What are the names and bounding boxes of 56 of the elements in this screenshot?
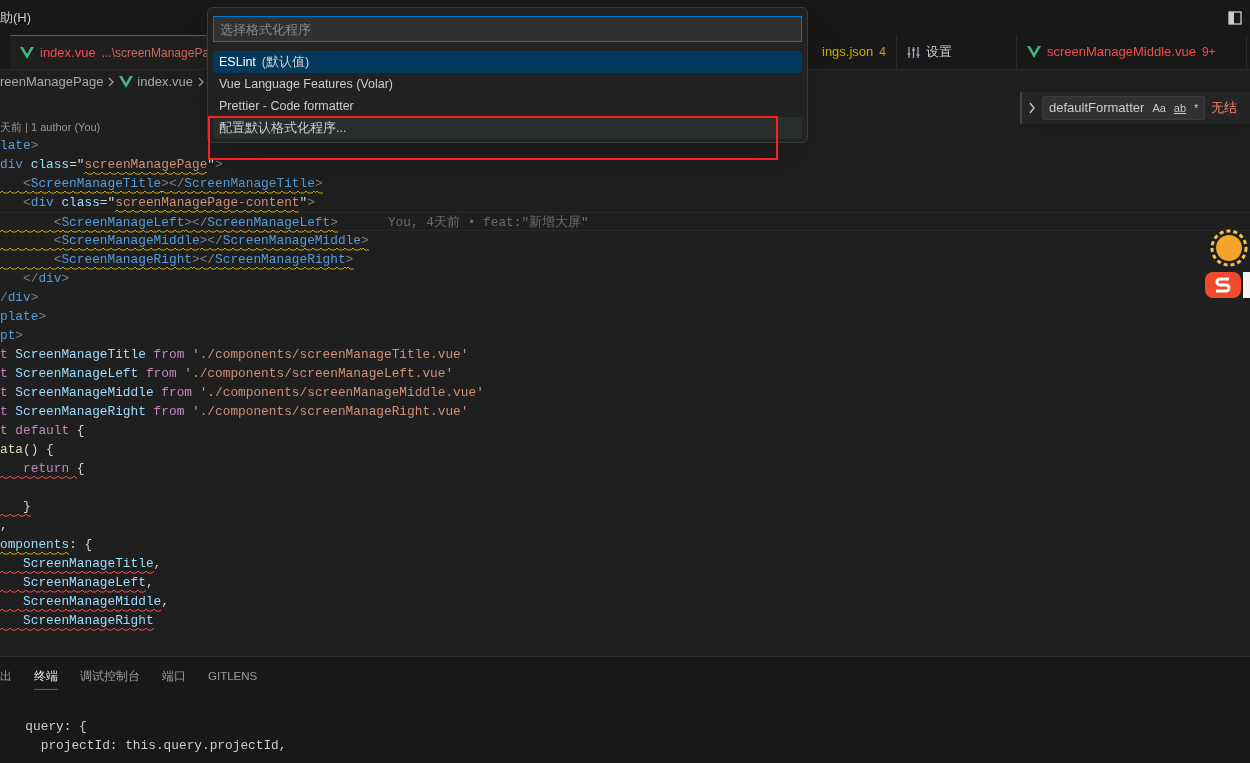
breadcrumb-item[interactable]: reenManagePage — [0, 72, 104, 92]
ime-logo-icon[interactable] — [1203, 271, 1250, 299]
quick-pick-item[interactable]: ESLint (默认值) — [213, 51, 802, 73]
code-line: /div> — [0, 289, 39, 307]
vue-icon — [119, 76, 134, 88]
code-line: return { — [0, 459, 85, 478]
code-line: </div> — [22, 270, 70, 288]
chevron-right-icon — [197, 77, 205, 87]
code-line: <ScreenManageLeft></ScreenManageLeft> — [0, 213, 338, 230]
find-result: 无结 — [1211, 99, 1238, 118]
code-line: omponents: { — [0, 535, 93, 554]
panel-tab[interactable]: 出 — [0, 664, 12, 690]
code-line: <div class="screenManagePage-content"> — [0, 193, 315, 212]
panel-tab[interactable]: GITLENS — [208, 664, 258, 690]
code-line: <ScreenManageRight></ScreenManageRight> — [0, 250, 354, 269]
quick-pick-item[interactable]: Prettier - Code formatter — [213, 95, 802, 117]
code-line: <ScreenManageTitle></ScreenManageTitle> — [0, 174, 323, 193]
breadcrumb-item[interactable]: index.vue — [137, 72, 193, 92]
code-line: late> — [0, 137, 39, 155]
quick-pick-item[interactable]: Vue Language Features (Volar) — [213, 73, 802, 95]
code-lens[interactable]: 天前 | 1 author (You) — [0, 119, 101, 135]
find-input[interactable]: defaultFormatter Aa ab * — [1042, 96, 1206, 120]
vue-icon — [1027, 46, 1041, 58]
terminal-line: projectId: this.query.projectId, — [39, 737, 288, 755]
panel-tab[interactable]: 调试控制台 — [80, 664, 140, 690]
code-line: , — [0, 517, 8, 535]
code-line: t ScreenManageTitle from './components/screenManageTitle.vue' — [0, 346, 469, 364]
terminal-line: query: { — [24, 718, 88, 736]
code-line: t default { — [0, 422, 85, 440]
chevron-right-icon[interactable] — [1028, 102, 1036, 114]
code-line: } — [0, 497, 31, 516]
code-line: ScreenManageLeft, — [0, 573, 154, 592]
editor-tab[interactable]: index.vue ...\screenManagePa — [10, 35, 207, 69]
chevron-right-icon — [107, 77, 116, 87]
quick-pick-item[interactable]: 配置默认格式化程序... — [213, 117, 802, 139]
layout-icon[interactable] — [1228, 10, 1242, 25]
find-option[interactable]: * — [1194, 99, 1199, 117]
vue-icon — [20, 46, 34, 59]
find-option[interactable]: Aa — [1152, 99, 1166, 117]
code-line: ScreenManageMiddle, — [0, 592, 169, 611]
find-option[interactable]: ab — [1173, 99, 1187, 117]
code-line: plate> — [0, 308, 47, 326]
panel-tab[interactable]: 终端 — [34, 663, 58, 691]
sliders-icon — [907, 45, 920, 59]
code-line: ScreenManageTitle, — [0, 554, 162, 573]
code-line: <ScreenManageMiddle></ScreenManageMiddle> — [0, 231, 369, 250]
code-line: ScreenManageRight — [0, 611, 154, 630]
panel-tab[interactable]: 端口 — [162, 664, 186, 690]
code-line: ata() { — [0, 441, 54, 459]
menu-item[interactable]: 助(H) — [0, 7, 32, 28]
inline-blame: You, 4天前 • feat:"新增大屏" — [387, 214, 589, 230]
code-line: t ScreenManageRight from './components/screenManageRight.vue' — [0, 403, 469, 421]
code-line: t ScreenManageLeft from './components/screenManageLeft.vue' — [0, 365, 454, 383]
quick-pick-input[interactable]: 选择格式化程序 — [213, 16, 802, 42]
code-line: pt> — [0, 327, 24, 345]
code-line: t ScreenManageMiddle from './components/screenManageMiddle.vue' — [0, 384, 484, 402]
